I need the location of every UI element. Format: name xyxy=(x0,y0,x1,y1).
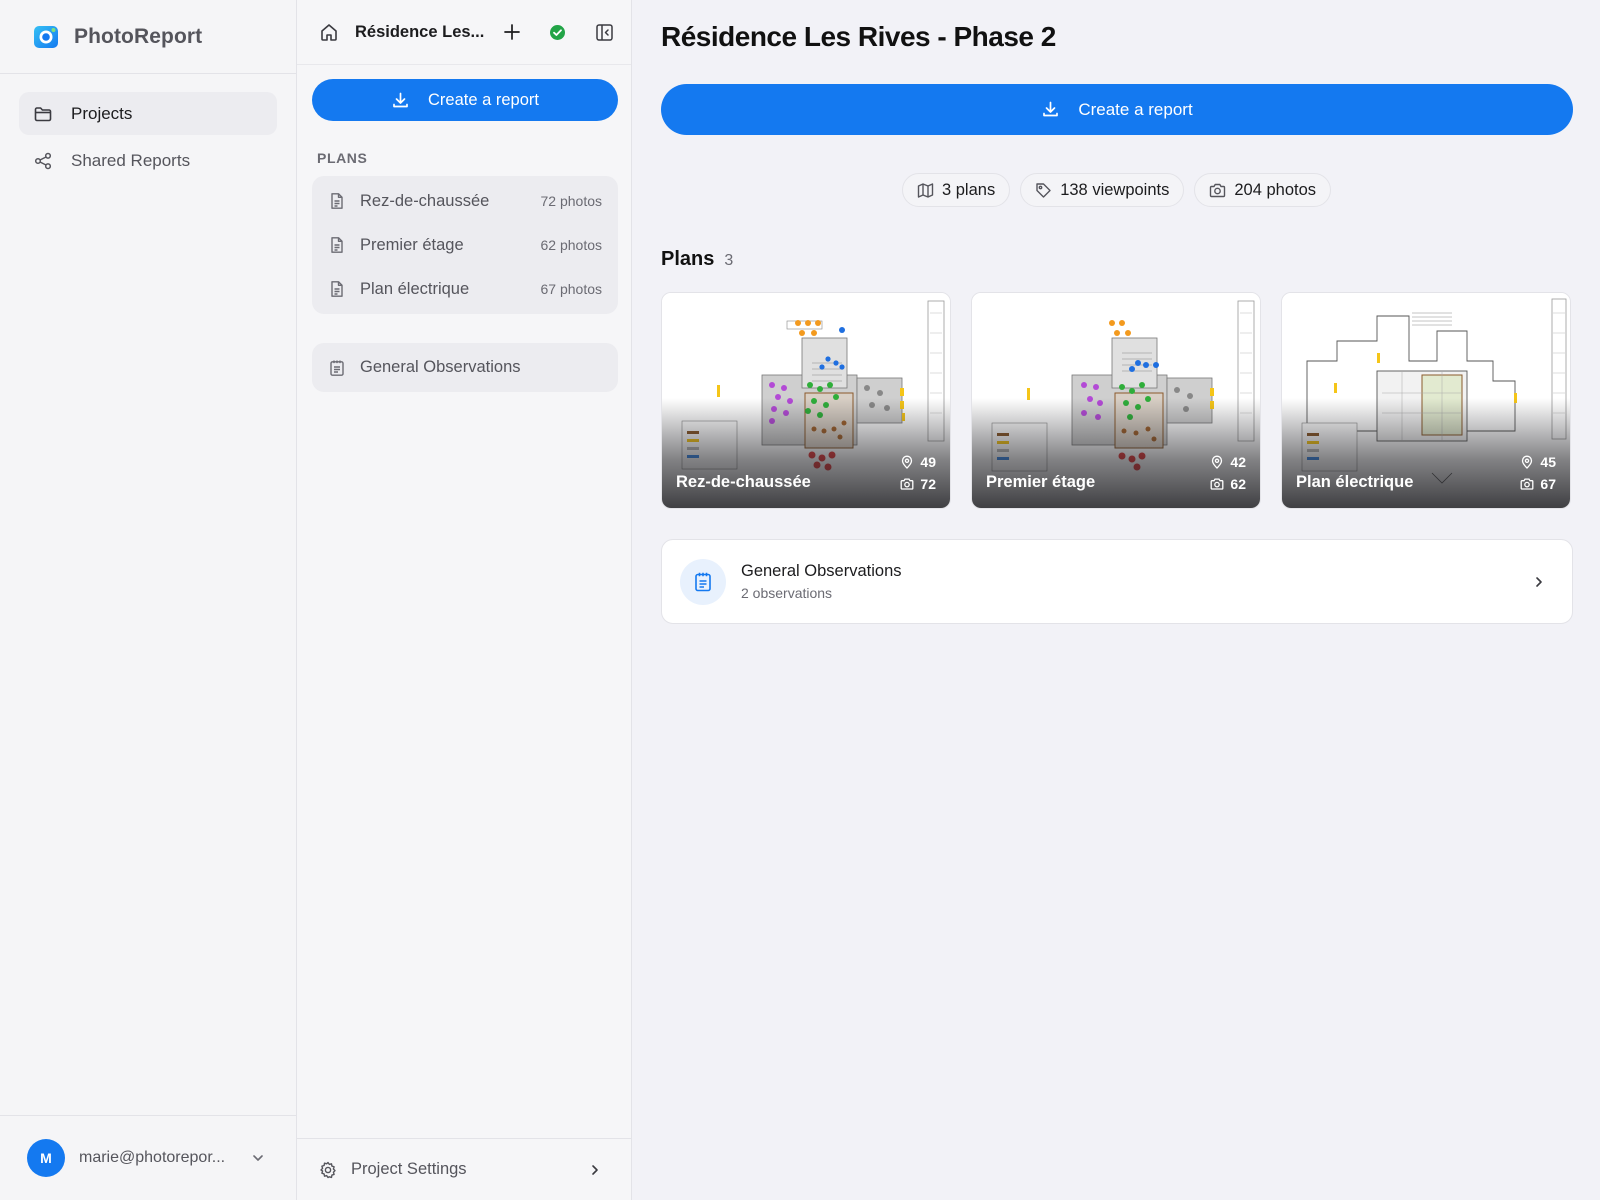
project-settings-label: Project Settings xyxy=(351,1160,467,1178)
general-observations-item[interactable]: General Observations xyxy=(312,343,618,392)
project-panel-header: Résidence Les... xyxy=(297,0,631,65)
camera-icon xyxy=(1210,478,1224,490)
gear-icon xyxy=(320,1161,336,1178)
plan-list-item-rez-de-chaussee[interactable]: Rez-de-chaussée 72 photos xyxy=(312,179,618,223)
stat-viewpoints-value: 138 viewpoints xyxy=(1060,180,1170,199)
document-icon xyxy=(331,281,343,297)
project-settings-button[interactable]: Project Settings xyxy=(297,1138,632,1200)
plan-card-name: Rez-de-chaussée xyxy=(676,473,811,491)
plan-card-rez-de-chaussee[interactable]: Rez-de-chaussée 49 72 xyxy=(661,292,951,509)
share-icon xyxy=(34,152,52,169)
plan-card-viewpoints: 49 xyxy=(920,454,936,470)
plan-name: Premier étage xyxy=(360,235,464,254)
map-pin-icon xyxy=(1212,455,1223,469)
create-report-label: Create a report xyxy=(1078,99,1193,119)
user-email: marie@photorepor... xyxy=(79,1149,226,1166)
collapse-panel-icon[interactable] xyxy=(595,23,614,42)
stat-photos-value: 204 photos xyxy=(1234,180,1317,199)
chevron-right-icon xyxy=(1536,576,1542,587)
map-pin-icon xyxy=(902,455,913,469)
app-name: PhotoReport xyxy=(74,24,203,48)
plan-card-meta: 42 62 xyxy=(1210,451,1246,495)
plan-card-photos: 67 xyxy=(1540,476,1556,492)
plan-list: Rez-de-chaussée 72 photos Premier étage … xyxy=(312,176,618,314)
plan-card-viewpoints: 42 xyxy=(1230,454,1246,470)
stat-plans: 3 plans xyxy=(901,173,1011,207)
chevron-down-icon xyxy=(253,1155,263,1161)
plan-card-name: Premier étage xyxy=(986,473,1096,491)
project-title: Résidence Les... xyxy=(355,22,485,41)
plan-card-photos: 62 xyxy=(1230,476,1246,492)
observations-text: General Observations 2 observations xyxy=(741,562,1532,601)
sync-status-check-icon xyxy=(550,24,565,40)
general-observations-card[interactable]: General Observations 2 observations xyxy=(661,539,1573,624)
nav-item-label: Shared Reports xyxy=(71,150,191,170)
map-icon xyxy=(917,182,934,198)
page-title: Résidence Les Rives - Phase 2 xyxy=(661,21,1056,52)
plan-card-viewpoints: 45 xyxy=(1540,454,1556,470)
download-icon xyxy=(1043,101,1059,117)
app-sidebar: PhotoReport Projects Shared Reports M ma… xyxy=(0,0,297,1200)
chevron-right-icon xyxy=(592,1164,598,1175)
plan-card-name: Plan électrique xyxy=(1296,473,1414,491)
project-stats: 3 plans 138 viewpoints 204 photos xyxy=(633,173,1600,207)
stat-photos: 204 photos xyxy=(1194,173,1332,207)
project-panel: Résidence Les... Create a report PLANS R… xyxy=(297,0,632,1200)
add-icon[interactable] xyxy=(503,23,521,41)
document-icon xyxy=(331,193,343,209)
notepad-icon xyxy=(695,572,711,591)
plan-photo-count: 72 photos xyxy=(540,193,603,209)
brand: PhotoReport xyxy=(0,0,296,74)
general-observations-label: General Observations xyxy=(360,358,521,376)
plans-heading-title: Plans xyxy=(661,248,715,270)
create-report-main-button[interactable]: Create a report xyxy=(661,84,1573,135)
plan-card-plan-electrique[interactable]: Plan électrique 45 67 xyxy=(1281,292,1571,509)
document-icon xyxy=(331,237,343,253)
notepad-icon xyxy=(330,360,344,376)
plan-card-meta: 45 67 xyxy=(1520,451,1556,495)
create-report-button[interactable]: Create a report xyxy=(312,79,618,121)
user-menu[interactable]: M marie@photorepor... xyxy=(0,1115,296,1200)
plans-heading-count: 3 xyxy=(724,252,734,269)
map-pin-icon xyxy=(1522,455,1533,469)
plan-card-meta: 49 72 xyxy=(900,451,936,495)
plan-photo-count: 62 photos xyxy=(540,237,603,253)
photoreport-logo-icon xyxy=(34,25,58,48)
camera-icon xyxy=(1210,183,1226,197)
plans-section-label: PLANS xyxy=(317,150,368,166)
nav-item-label: Projects xyxy=(71,103,133,123)
tag-icon xyxy=(1036,182,1051,198)
stat-viewpoints: 138 viewpoints xyxy=(1020,173,1185,207)
avatar: M xyxy=(27,1139,65,1177)
plan-card-premier-etage[interactable]: Premier étage 42 62 xyxy=(971,292,1261,509)
home-icon[interactable] xyxy=(319,22,339,42)
plan-cards: Rez-de-chaussée 49 72 Premier étage 42 6… xyxy=(661,292,1571,509)
plan-name: Plan électrique xyxy=(360,279,470,298)
download-icon xyxy=(393,92,408,107)
plans-heading: Plans 3 xyxy=(661,248,733,271)
camera-icon xyxy=(1520,478,1534,490)
observations-title: General Observations xyxy=(741,562,902,580)
main-nav: Projects Shared Reports xyxy=(0,74,296,204)
observations-subtitle: 2 observations xyxy=(741,585,833,601)
folder-icon xyxy=(34,106,52,121)
plan-name: Rez-de-chaussée xyxy=(360,191,490,210)
create-report-label: Create a report xyxy=(428,90,539,109)
observations-badge xyxy=(680,558,726,605)
nav-item-projects[interactable]: Projects xyxy=(19,92,277,135)
nav-item-shared-reports[interactable]: Shared Reports xyxy=(19,139,277,182)
main-content: Résidence Les Rives - Phase 2 Create a r… xyxy=(633,0,1600,1200)
plan-list-item-premier-etage[interactable]: Premier étage 62 photos xyxy=(312,223,618,267)
plan-photo-count: 67 photos xyxy=(540,281,603,297)
plan-card-photos: 72 xyxy=(920,476,936,492)
camera-icon xyxy=(900,478,914,490)
stat-plans-value: 3 plans xyxy=(941,180,996,199)
plan-list-item-plan-electrique[interactable]: Plan électrique 67 photos xyxy=(312,267,618,311)
